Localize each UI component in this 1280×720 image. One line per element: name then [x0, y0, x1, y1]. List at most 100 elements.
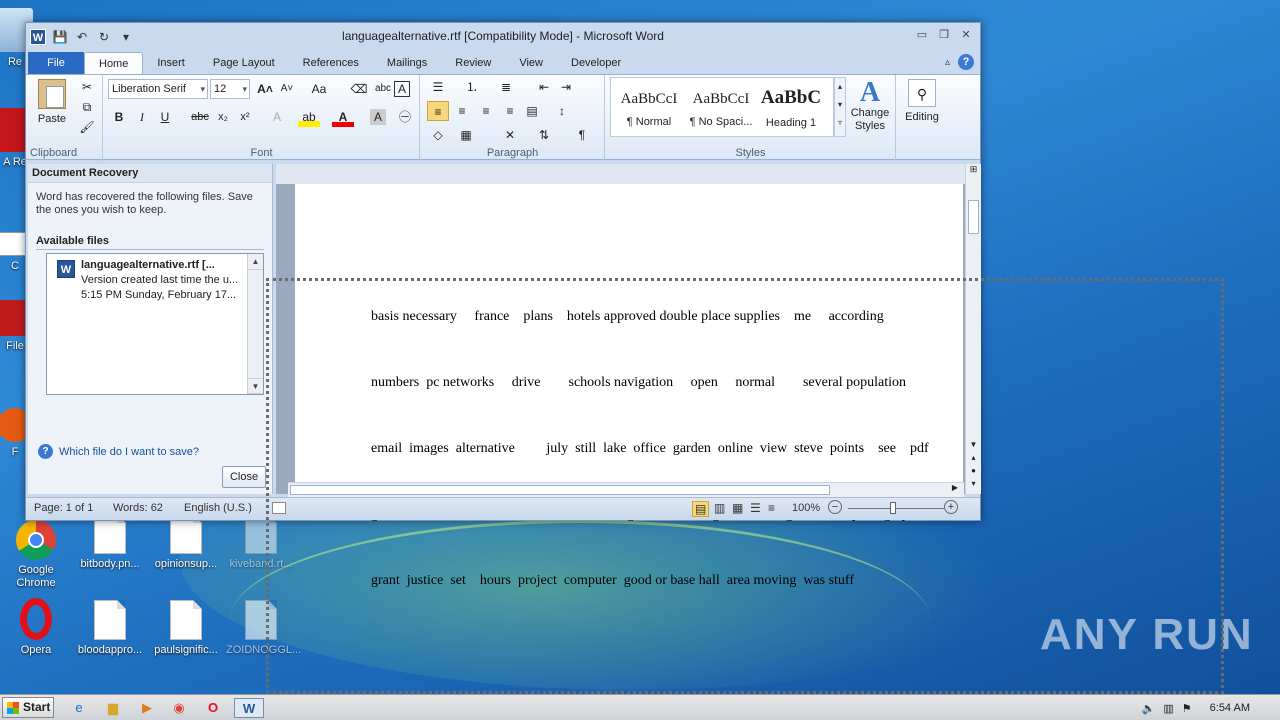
action-center-flag-icon[interactable]: ⚑	[1182, 702, 1192, 715]
document-vertical-scrollbar[interactable]: ⊞ ▼ ▴ ● ▾	[965, 164, 981, 494]
font-name-combo[interactable]: Liberation Serif	[108, 79, 208, 99]
grow-font-icon[interactable]: A˄	[254, 79, 276, 99]
format-painter-icon[interactable]: 🖌	[76, 117, 98, 137]
desktop-icon-file[interactable]: opinionsup...	[151, 514, 221, 571]
scroll-right-icon[interactable]: ▶	[952, 483, 958, 492]
help-icon[interactable]: ?	[958, 54, 974, 70]
maximize-button[interactable]: ❐	[934, 27, 954, 43]
macro-record-icon[interactable]	[272, 502, 286, 514]
draft-view-icon[interactable]: ≡	[768, 501, 775, 515]
superscript-button[interactable]: x²	[234, 107, 256, 127]
zoom-in-icon[interactable]: +	[944, 500, 958, 514]
customize-qat-icon[interactable]: ▾	[118, 29, 134, 45]
character-border-icon[interactable]: A	[394, 81, 410, 97]
minimize-button[interactable]: ▭	[912, 27, 932, 43]
align-center-button[interactable]: ≡	[451, 101, 473, 121]
opera-taskbar-icon[interactable]: O	[202, 698, 224, 718]
web-layout-icon[interactable]: ▦	[732, 501, 743, 515]
style-normal[interactable]: AaBbCcI ¶ Normal	[614, 79, 684, 137]
tab-file[interactable]: File	[28, 52, 84, 74]
explorer-icon[interactable]: ▆	[102, 698, 124, 718]
enclose-characters-icon[interactable]: ㊀	[394, 107, 416, 127]
underline-button[interactable]: U	[154, 107, 176, 127]
horizontal-scrollbar[interactable]: ▶	[288, 482, 964, 497]
undo-icon[interactable]: ↶	[74, 29, 90, 45]
desktop-icon-file[interactable]: paulsignific...	[151, 600, 221, 657]
browse-object-icons[interactable]: ▼ ▴ ● ▾	[966, 438, 981, 490]
italic-button[interactable]: I	[131, 107, 153, 127]
scroll-down-icon[interactable]: ▼	[248, 378, 263, 394]
tab-insert[interactable]: Insert	[143, 52, 199, 74]
page-count[interactable]: Page: 1 of 1	[34, 502, 93, 514]
phonetic-guide-icon[interactable]: abc	[372, 79, 394, 99]
clear-formatting-icon[interactable]: ⌫	[348, 79, 370, 99]
zoom-level[interactable]: 100%	[792, 502, 820, 514]
text-effects-icon[interactable]: A	[266, 107, 288, 127]
strikethrough-button[interactable]: abc	[189, 107, 211, 127]
full-screen-reading-icon[interactable]: ▥	[714, 501, 725, 515]
align-left-button[interactable]: ≡	[427, 101, 449, 121]
tab-developer[interactable]: Developer	[557, 52, 635, 74]
desktop-icon-file[interactable]: kiveband.rt...	[226, 514, 296, 571]
tab-references[interactable]: References	[289, 52, 373, 74]
asian-layout-icon[interactable]: ✕	[499, 125, 521, 145]
outline-view-icon[interactable]: ☰	[750, 501, 761, 515]
show-formatting-icon[interactable]: ¶	[571, 125, 593, 145]
change-styles-button[interactable]: A Change Styles	[846, 79, 894, 133]
tab-home[interactable]: Home	[84, 52, 144, 74]
editing-button[interactable]: ⚲ Editing	[897, 79, 947, 123]
ie-icon[interactable]: e	[68, 698, 90, 718]
desktop-icon-file[interactable]: bloodappro...	[75, 600, 145, 657]
line-spacing-icon[interactable]: ↕	[551, 101, 573, 121]
highlight-color-icon[interactable]: ab	[298, 107, 320, 127]
recovered-file-item[interactable]: W languagealternative.rtf [... Version c…	[47, 254, 263, 303]
ruler-toggle-icon[interactable]: ⊞	[966, 164, 981, 180]
document-text[interactable]: basis necessary france plans hotels appr…	[371, 262, 963, 636]
tab-review[interactable]: Review	[441, 52, 505, 74]
character-shading-icon[interactable]: A	[370, 109, 386, 125]
paste-button[interactable]: Paste	[34, 79, 70, 125]
bold-button[interactable]: B	[108, 107, 130, 127]
styles-scroll[interactable]: ▴ ▾ ▿	[834, 77, 846, 137]
multilevel-list-icon[interactable]: ≣	[495, 77, 517, 97]
redo-icon[interactable]: ↻	[96, 29, 112, 45]
shading-icon[interactable]: ◇	[427, 125, 449, 145]
desktop-icon-opera[interactable]: Opera	[1, 598, 71, 657]
zoom-out-icon[interactable]: −	[828, 500, 842, 514]
network-icon[interactable]: ▥	[1163, 702, 1173, 715]
subscript-button[interactable]: x₂	[212, 107, 234, 127]
bullets-icon[interactable]: ☰	[427, 77, 449, 97]
tab-view[interactable]: View	[505, 52, 557, 74]
zoom-slider-track[interactable]	[848, 508, 944, 509]
print-layout-view-icon[interactable]: ▤	[692, 501, 710, 517]
align-right-button[interactable]: ≡	[475, 101, 497, 121]
zoom-slider-thumb[interactable]	[890, 502, 896, 514]
style-no-spacing[interactable]: AaBbCcI ¶ No Spaci...	[686, 79, 756, 137]
borders-icon[interactable]: ▦	[455, 125, 477, 145]
chrome-taskbar-icon[interactable]: ◉	[168, 698, 190, 718]
close-button[interactable]: ✕	[956, 27, 976, 43]
tab-mailings[interactable]: Mailings	[373, 52, 441, 74]
clock[interactable]: 6:54 AM	[1210, 702, 1250, 714]
scroll-up-icon[interactable]: ▲	[248, 254, 263, 270]
word-logo-icon[interactable]: W	[30, 28, 46, 45]
recovery-close-button[interactable]: Close	[222, 466, 266, 488]
horizontal-scroll-thumb[interactable]	[290, 485, 830, 495]
style-heading-1[interactable]: AaBbC Heading 1	[756, 79, 826, 137]
save-icon[interactable]: 💾	[52, 29, 68, 45]
font-color-icon[interactable]: A	[332, 107, 354, 127]
document-page[interactable]: basis necessary france plans hotels appr…	[295, 184, 963, 588]
increase-indent-icon[interactable]: ⇥	[555, 77, 577, 97]
font-size-combo[interactable]: 12	[210, 79, 250, 99]
copy-icon[interactable]: ⧉	[76, 97, 98, 117]
start-button[interactable]: Start	[2, 697, 54, 718]
desktop-icon-chrome[interactable]: Google Chrome	[1, 520, 71, 590]
distributed-button[interactable]: ▤	[521, 101, 543, 121]
desktop-icon-file[interactable]: bitbody.pn...	[75, 514, 145, 571]
cut-icon[interactable]: ✂	[76, 77, 98, 97]
shrink-font-icon[interactable]: A˅	[276, 79, 298, 99]
media-player-icon[interactable]: ▶	[136, 698, 158, 718]
decrease-indent-icon[interactable]: ⇤	[533, 77, 555, 97]
numbering-icon[interactable]: ⒈	[461, 77, 483, 97]
sort-icon[interactable]: ⇅	[533, 125, 555, 145]
